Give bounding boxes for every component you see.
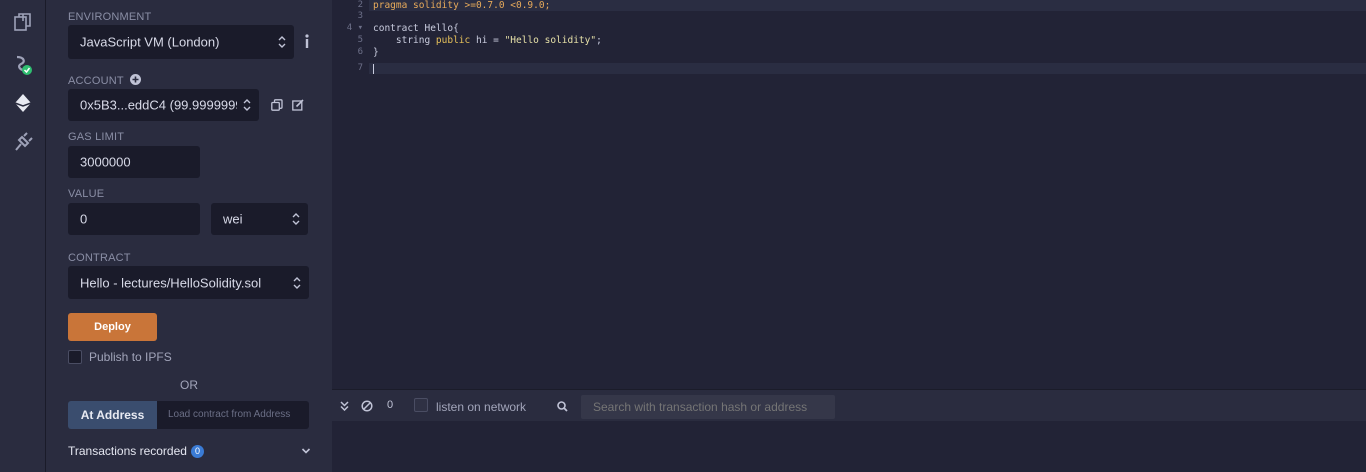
copy-icon[interactable]	[271, 99, 283, 111]
line-number: 5	[357, 35, 363, 45]
file-explorer-icon[interactable]	[12, 11, 34, 33]
transactions-count-badge: 0	[190, 445, 204, 458]
line-number: 2	[357, 0, 363, 10]
account-select[interactable]: 0x5B3...eddC4 (99.9999999	[68, 89, 259, 121]
code-token: Hello{	[424, 23, 459, 34]
value-amount: 0	[80, 211, 88, 227]
code-line: }	[373, 47, 379, 58]
gas-limit-label: GAS LIMIT	[68, 131, 125, 143]
info-icon[interactable]	[302, 33, 312, 49]
icon-panel	[0, 0, 46, 472]
environment-value: JavaScript VM (London)	[80, 34, 220, 50]
value-unit-select[interactable]: wei	[211, 203, 308, 235]
at-address-input[interactable]: Load contract from Address	[157, 401, 309, 429]
transactions-label: Transactions recorded	[68, 444, 187, 458]
code-token: contract	[373, 23, 425, 34]
add-account-icon[interactable]	[129, 74, 141, 85]
transactions-recorded[interactable]: Transactions recorded 0	[68, 444, 204, 458]
select-arrows-icon	[278, 36, 286, 48]
contract-select[interactable]: Hello - lectures/HelloSolidity.sol	[68, 266, 309, 299]
code-line: pragma solidity >=0.7.0 <0.9.0;	[373, 0, 550, 11]
listen-network-checkbox[interactable]	[414, 398, 428, 412]
edit-icon[interactable]	[292, 99, 304, 111]
code-editor[interactable]: 23 4 ▾ 5 6 7 pragma solidity >=0.7.0 <0.9.0;…	[332, 0, 1366, 368]
gas-limit-value: 3000000	[80, 154, 131, 170]
terminal-output	[332, 421, 1366, 472]
code-token: "Hello solidity"	[504, 35, 597, 46]
code-line: string public hi = "Hello solidity";	[373, 35, 602, 46]
deploy-button[interactable]: Deploy	[68, 313, 157, 341]
code-token: hi =	[470, 35, 505, 46]
cursor-line-highlight	[332, 63, 1366, 74]
terminal-toolbar: 0 listen on network	[332, 389, 1366, 421]
value-label: VALUE	[68, 188, 105, 200]
listen-network-label: listen on network	[436, 400, 527, 414]
environment-label: ENVIRONMENT	[68, 11, 152, 23]
line-number: 4 ▾	[346, 23, 363, 33]
at-address-button[interactable]: At Address	[68, 401, 157, 429]
code-token: }	[373, 47, 379, 58]
or-separator: OR	[180, 378, 198, 392]
line-number: 7	[357, 63, 363, 73]
publish-ipfs-checkbox[interactable]	[68, 350, 82, 364]
publish-ipfs-label: Publish to IPFS	[89, 350, 172, 364]
search-icon	[557, 401, 568, 412]
plugin-manager-icon[interactable]	[12, 131, 34, 153]
code-token: string	[373, 35, 436, 46]
pending-tx-count: 0	[387, 399, 394, 411]
solidity-compiler-icon[interactable]	[12, 54, 34, 76]
select-arrows-icon	[243, 99, 251, 111]
select-arrows-icon	[293, 276, 301, 289]
code-token: public	[435, 35, 471, 46]
value-unit: wei	[223, 211, 243, 227]
code-token: pragma solidity	[373, 0, 465, 11]
chevron-down-icon[interactable]	[301, 447, 311, 455]
value-input[interactable]: 0	[68, 203, 200, 235]
text-cursor	[373, 64, 374, 74]
code-token: >=0.7.0 <0.9.0;	[464, 0, 551, 11]
contract-value: Hello - lectures/HelloSolidity.sol	[80, 275, 262, 290]
account-label: ACCOUNT	[68, 74, 141, 87]
code-line: contract Hello{	[373, 23, 459, 34]
select-arrows-icon	[292, 213, 300, 225]
gas-limit-input[interactable]: 3000000	[68, 146, 200, 178]
environment-select[interactable]: JavaScript VM (London)	[68, 25, 294, 59]
deploy-run-panel: ENVIRONMENT JavaScript VM (London) ACCOU…	[46, 0, 332, 472]
line-number-gutter: 23 4 ▾ 5 6 7	[332, 0, 369, 368]
line-number: 3	[357, 11, 363, 21]
collapse-terminal-icon[interactable]	[340, 401, 349, 411]
account-value: 0x5B3...eddC4 (99.9999999	[80, 97, 237, 113]
account-label-text: ACCOUNT	[68, 75, 124, 87]
deploy-run-icon[interactable]	[12, 92, 34, 114]
contract-label: CONTRACT	[68, 252, 131, 264]
clear-console-icon[interactable]	[361, 400, 373, 412]
transaction-search-input[interactable]	[581, 395, 835, 419]
line-number: 6	[357, 47, 363, 57]
code-token: ;	[596, 35, 602, 46]
